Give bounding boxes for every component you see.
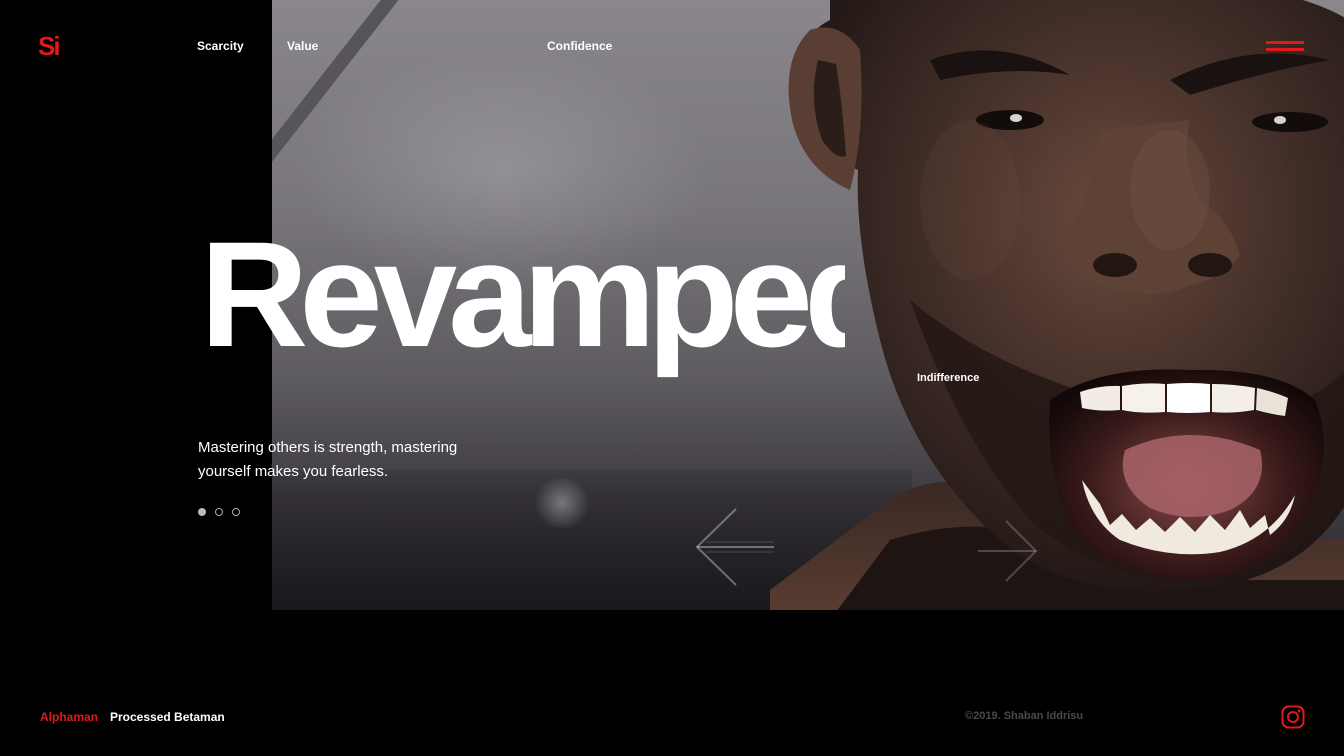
copyright-text: ©2019. Shaban Iddrisu [965, 710, 1084, 722]
nav-link-scarcity[interactable]: Scarcity [197, 39, 244, 53]
footer-link-alphaman[interactable]: Alphaman [40, 710, 98, 724]
slide-dot-2[interactable] [215, 508, 223, 516]
nav-link-value[interactable]: Value [287, 39, 318, 53]
brand-logo[interactable]: Si [38, 31, 68, 61]
side-label: Indifference [917, 372, 980, 384]
headline-container: Revamped [200, 214, 845, 389]
nav-link-confidence[interactable]: Confidence [547, 39, 612, 53]
slide-dot-1[interactable] [198, 508, 206, 516]
hamburger-line-bottom [1266, 48, 1304, 51]
footer-link-processed-betaman[interactable]: Processed Betaman [110, 710, 225, 724]
arrow-left-icon[interactable] [692, 506, 776, 588]
slide-dot-3[interactable] [232, 508, 240, 516]
hamburger-icon[interactable] [1266, 40, 1304, 52]
arrow-right-icon[interactable] [976, 518, 1040, 584]
hero-headline: Revamped [200, 214, 845, 378]
instagram-icon[interactable] [1281, 705, 1305, 729]
logo-text: Si [38, 31, 61, 61]
hero-tagline: Mastering others is strength, mastering … [198, 439, 458, 480]
shouting-man-illustration [770, 0, 1344, 610]
hamburger-line-top [1266, 41, 1304, 44]
background-light [532, 478, 592, 528]
